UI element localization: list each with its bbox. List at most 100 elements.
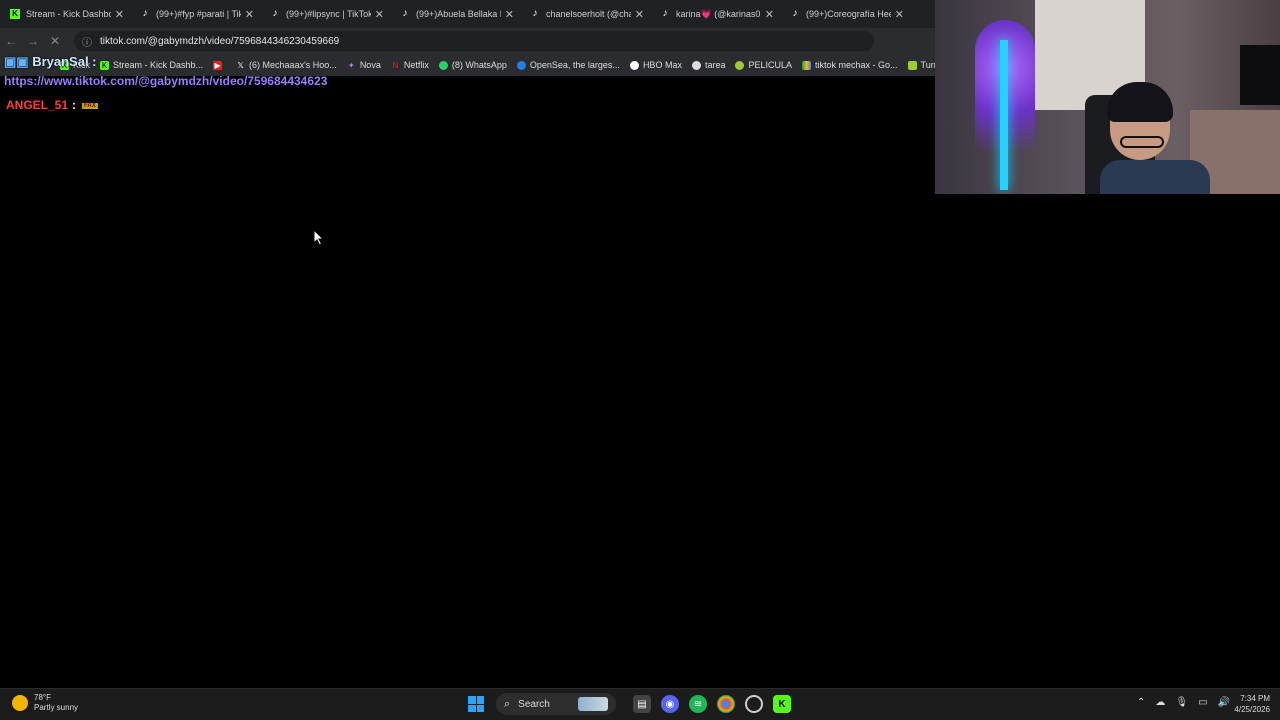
bookmark-netflix[interactable]: N Netflix [391,60,429,70]
chat-badge-icon: ▣▣ [4,54,29,69]
bookmark-label: (6) Mechaaax's Hoo... [249,60,337,70]
search-label: Search [518,698,550,710]
streamer-name: BryanSal : [32,54,97,69]
bookmark-label: tiktok mechax - Go... [815,60,898,70]
bookmarks-bar: K Kick K Stream - Kick Dashb... ▶ 𝕏 (6) … [0,54,940,76]
tab-tiktok-abuela[interactable]: ♪ (99+)Abuela Bellaka Ba ✕ [394,1,520,27]
close-icon[interactable]: ✕ [765,8,774,21]
bookmark-x[interactable]: 𝕏 (6) Mechaaax's Hoo... [236,60,337,70]
tab-title: karina💗 (@karinas0k [676,8,761,19]
chat-username: ANGEL_51 [6,98,69,112]
monitor [1240,45,1280,105]
x-icon: 𝕏 [237,60,244,70]
tab-tiktok-chanel[interactable]: ♪ chanelsoerholt (@chan ✕ [524,1,650,27]
tab-tiktok-lipsync[interactable]: ♪ (99+)#lipsync | TikTok ✕ [264,1,390,27]
system-tray: ⌃ ☁ 🎙 ▭ 🔊 [1127,697,1230,708]
bookmark-pelicula[interactable]: PELICULA [735,60,792,70]
close-icon[interactable]: ✕ [505,8,514,21]
taskbar-apps: ⌕ Search ▤ ◉ ≋ K [468,693,796,715]
tiktok-icon: ♪ [662,8,668,19]
tab-title: chanelsoerholt (@chan [546,9,631,19]
chrome-icon[interactable] [717,695,735,713]
bookmark-opensea[interactable]: OpenSea, the larges... [516,60,620,70]
neon-lamp [1000,40,1008,190]
weather-widget[interactable]: 78°F Partly sunny [12,693,78,713]
tarea-icon [691,60,701,70]
bookmark-youtube[interactable]: ▶ [213,60,226,70]
bookmark-label: (8) WhatsApp [451,60,507,70]
discord-icon[interactable]: ◉ [661,695,679,713]
bookmark-kick-dashboard[interactable]: K Stream - Kick Dashb... [100,60,203,70]
file-explorer-icon[interactable]: ▤ [633,695,651,713]
youtube-icon: ▶ [213,60,223,70]
volume-icon[interactable]: 🔊 [1218,697,1230,708]
bookmark-label: tarea [704,60,726,70]
bookmark-tarea[interactable]: tarea [691,60,726,70]
tiktok-icon: ♪ [792,8,798,19]
cloud-icon[interactable]: ☁ [1155,697,1165,708]
clock[interactable]: 7:34 PM 4/25/2026 [1234,693,1270,715]
obs-icon[interactable] [745,695,763,713]
streamer-name-overlay: ▣▣ BryanSal : [4,54,97,70]
chat-message-link[interactable]: https://www.tiktok.com/@gabymdzh/video/7… [4,74,327,88]
kick-icon: K [10,9,20,19]
close-icon[interactable]: ✕ [375,8,384,21]
address-text: tiktok.com/@gabymdzh/video/7596844346230… [100,35,340,47]
bookmark-label: Stream - Kick Dashb... [113,60,204,70]
spotify-icon[interactable]: ≋ [689,695,707,713]
netflix-icon: N [392,60,399,70]
bookmark-whatsapp[interactable]: (8) WhatsApp [438,60,507,70]
windows-start-icon[interactable] [468,696,484,712]
tab-title: (99+)#fyp #parati | TikTok [156,9,241,19]
tiktok-icon: ♪ [142,8,148,19]
tab-tiktok-fyp[interactable]: ♪ (99+)#fyp #parati | TikTok ✕ [134,1,260,27]
close-icon[interactable]: ✕ [115,8,124,21]
chat-separator: : [72,98,77,112]
whatsapp-icon [438,60,448,70]
close-icon[interactable]: ✕ [635,8,644,21]
address-bar[interactable]: ⓘ tiktok.com/@gabymdzh/video/75968443462… [74,31,874,51]
bookmark-label: PELICULA [748,60,792,70]
close-icon[interactable]: ✕ [245,8,254,21]
taskbar-search[interactable]: ⌕ Search [496,693,616,715]
nova-icon: ✦ [347,60,355,70]
tab-title: (99+)#lipsync | TikTok [286,9,371,19]
tiktok-icon: ♪ [532,8,538,19]
bookmark-hbo[interactable]: HBO Max [629,60,682,70]
browser-toolbar: ← → ✕ ⓘ tiktok.com/@gabymdzh/video/75968… [0,28,940,54]
forward-icon[interactable]: → [22,34,44,48]
stop-loading-icon[interactable]: ✕ [44,34,66,48]
kick-icon: K [100,60,110,70]
clock-time: 7:34 PM [1240,694,1270,703]
taskbar: 78°F Partly sunny ⌕ Search ▤ ◉ ≋ K ⌃ ☁ 🎙… [0,688,1280,720]
network-icon[interactable]: ▭ [1198,697,1207,708]
pelicula-icon [735,60,745,70]
bookmark-drive[interactable]: tiktok mechax - Go... [802,60,898,70]
sun-icon [12,695,28,711]
person-torso [1100,160,1210,194]
close-icon[interactable]: ✕ [895,8,904,21]
hbo-icon [629,60,639,70]
tab-title: Stream - Kick Dashboard [26,9,111,19]
tiktok-icon: ♪ [402,8,408,19]
tab-title: (99+)Coreografía Heel [806,9,891,19]
microphone-icon[interactable]: 🎙 [1175,697,1188,708]
tab-tiktok-coreografia[interactable]: ♪ (99+)Coreografía Heel ✕ [784,1,910,27]
kick-icon[interactable]: K [773,695,791,713]
back-icon[interactable]: ← [0,34,22,48]
site-info-icon[interactable]: ⓘ [82,34,92,49]
weather-desc: Partly sunny [34,703,79,712]
bookmark-label: Nova [359,60,381,70]
browser-tab-strip: K Stream - Kick Dashboard ✕ ♪ (99+)#fyp … [0,0,940,28]
bookmark-label: HBO Max [642,60,682,70]
weather-text: 78°F Partly sunny [34,693,78,713]
tiktok-icon: ♪ [272,8,278,19]
bookmark-label: Netflix [403,60,429,70]
tab-kick-dashboard[interactable]: K Stream - Kick Dashboard ✕ [4,1,130,27]
search-highlight-icon [578,697,608,711]
chat-message: ANGEL_51: FAX [6,98,98,112]
chevron-up-icon[interactable]: ⌃ [1137,697,1145,708]
person-glasses [1120,136,1164,148]
tab-tiktok-karina[interactable]: ♪ karina💗 (@karinas0k ✕ [654,1,780,27]
bookmark-nova[interactable]: ✦ Nova [347,60,381,70]
